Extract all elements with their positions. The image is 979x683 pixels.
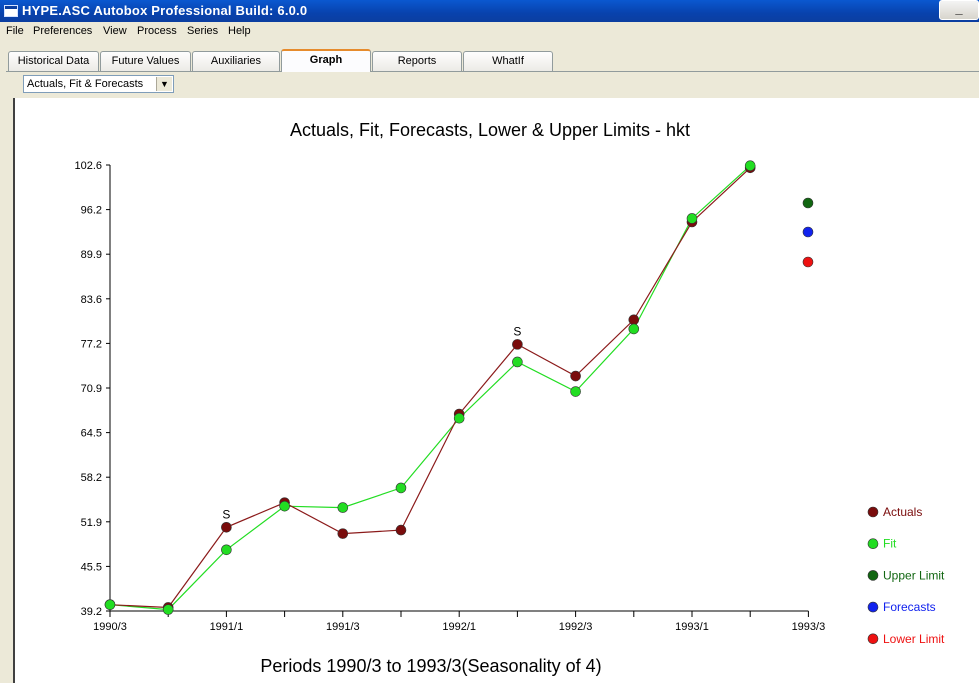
legend-marker-upper-limit [867, 570, 879, 581]
y-tick-label: 83.6 [81, 294, 102, 306]
tab-whatif[interactable]: WhatIf [463, 51, 553, 71]
data-point-fit [221, 544, 232, 556]
x-tick-label: 1991/1 [210, 621, 244, 633]
legend-marker-forecasts [867, 601, 879, 613]
data-point-fit [395, 482, 407, 494]
y-tick-label: 45.5 [81, 561, 102, 573]
app-window-icon[interactable] [4, 5, 18, 17]
menu-help[interactable]: Help [227, 25, 252, 37]
series-line-fit [109, 165, 751, 611]
window-title: HYPE.ASC Autobox Professional Build: 6.0… [22, 3, 308, 18]
y-tick-label: 77.2 [81, 338, 102, 350]
tab-divider [6, 71, 979, 72]
menu-series[interactable]: Series [186, 25, 219, 37]
legend-label-forecasts: Forecasts [883, 600, 936, 614]
tab-strip: Historical Data Future Values Auxiliarie… [0, 42, 979, 72]
menu-process[interactable]: Process [136, 25, 178, 37]
y-tick-label: 70.9 [81, 383, 102, 395]
x-tick-label: 1993/1 [675, 621, 709, 633]
data-point-fit [744, 160, 756, 172]
y-tick-label: 58.2 [81, 472, 102, 484]
y-tick-label: 96.2 [81, 205, 102, 217]
tab-graph[interactable]: Graph [281, 49, 371, 72]
x-axis-label: Periods 1990/3 to 1993/3(Seasonality of … [260, 656, 601, 676]
data-point-actuals [395, 524, 407, 536]
marker-forecasts [802, 226, 814, 238]
annotation-label: S [222, 507, 230, 521]
tab-future-values[interactable]: Future Values [100, 51, 191, 71]
data-point-fit [570, 386, 581, 397]
y-tick-label: 51.9 [81, 517, 102, 529]
data-point-actuals [221, 521, 232, 533]
data-point-fit [337, 502, 349, 513]
y-tick-label: 39.2 [81, 606, 102, 618]
data-point-fit [162, 604, 174, 615]
x-tick-label: 1991/3 [326, 621, 360, 633]
legend-marker-lower-limit [867, 633, 879, 645]
graph-panel: Actuals, Fit, Forecasts, Lower & Upper L… [15, 98, 979, 683]
title-bar: HYPE.ASC Autobox Professional Build: 6.0… [0, 0, 979, 22]
view-select[interactable]: Actuals, Fit & Forecasts ▼ [23, 75, 174, 93]
data-point-fit [686, 213, 698, 224]
menu-view[interactable]: View [102, 25, 128, 37]
tab-reports[interactable]: Reports [372, 51, 462, 71]
menu-file[interactable]: File [5, 25, 25, 37]
menu-preferences[interactable]: Preferences [32, 25, 93, 37]
marker-upper-limit [802, 197, 814, 209]
tab-historical-data[interactable]: Historical Data [8, 51, 99, 71]
x-tick-label: 1990/3 [93, 621, 127, 633]
annotation-label: S [513, 324, 521, 338]
minimize-button[interactable]: _ [939, 0, 979, 20]
legend-label-upper-limit: Upper Limit [883, 568, 945, 582]
chart-title: Actuals, Fit, Forecasts, Lower & Upper L… [290, 120, 690, 140]
x-tick-label: 1992/3 [559, 621, 593, 633]
y-tick-label: 89.9 [81, 249, 102, 261]
legend-label-fit: Fit [883, 537, 897, 551]
data-point-fit [104, 599, 116, 610]
legend-marker-actuals [867, 506, 879, 518]
tab-auxiliaries[interactable]: Auxiliaries [192, 51, 280, 71]
legend-label-lower-limit: Lower Limit [883, 632, 945, 646]
x-tick-label: 1992/1 [442, 621, 476, 633]
legend-label-actuals: Actuals [883, 505, 922, 519]
data-point-fit [512, 356, 523, 368]
y-tick-label: 102.6 [74, 160, 102, 172]
marker-lower-limit [802, 256, 814, 268]
data-point-actuals [512, 339, 523, 350]
data-point-fit [279, 500, 290, 512]
data-point-actuals [628, 314, 640, 326]
data-point-fit [453, 412, 465, 424]
y-tick-label: 64.5 [81, 428, 102, 440]
view-select-value: Actuals, Fit & Forecasts [27, 78, 144, 90]
chart: Actuals, Fit, Forecasts, Lower & Upper L… [74, 120, 945, 676]
data-point-actuals [337, 528, 349, 539]
data-point-actuals [570, 370, 581, 382]
series-line-actuals [109, 167, 751, 609]
chevron-down-icon[interactable]: ▼ [156, 77, 172, 91]
x-tick-label: 1993/3 [792, 621, 826, 633]
data-point-fit [628, 323, 640, 335]
legend-marker-fit [867, 538, 879, 550]
menu-bar: File Preferences View Process Series Hel… [0, 22, 979, 42]
